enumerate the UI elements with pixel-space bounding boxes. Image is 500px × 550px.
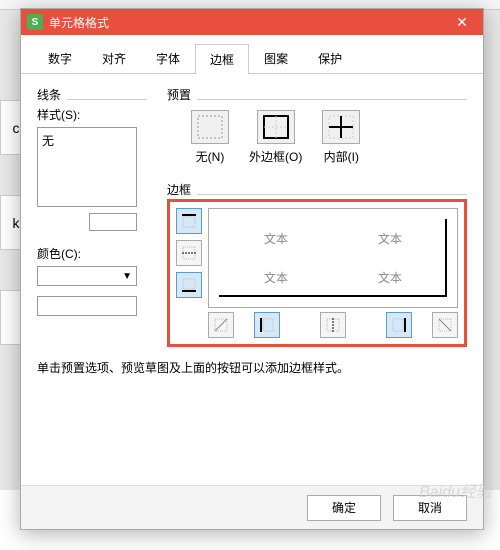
border-vmid-button[interactable] (320, 312, 346, 338)
tab-border[interactable]: 边框 (195, 44, 249, 74)
chevron-down-icon: ▼ (122, 271, 132, 282)
border-bottom-button[interactable] (176, 272, 202, 298)
preset-inner-button[interactable]: 内部(I) (322, 110, 360, 165)
border-fieldset: 边框 文本 文本 (167, 181, 467, 347)
hint-text: 单击预置选项、预览草图及上面的按钮可以添加边框样式。 (37, 359, 467, 376)
dialog-buttons: 确定 取消 (21, 485, 483, 529)
line-fieldset: 线条 样式(S): 无 颜色(C): ▼ (37, 86, 147, 316)
border-diag2-button[interactable] (432, 312, 458, 338)
preset-none-button[interactable]: 无(N) (191, 110, 229, 165)
style-input[interactable] (89, 213, 137, 231)
border-preview[interactable]: 文本 文本 文本 文本 (208, 208, 458, 308)
preset-outer-button[interactable]: 外边框(O) (249, 110, 302, 165)
ok-button[interactable]: 确定 (307, 495, 381, 521)
color-input[interactable] (37, 296, 137, 316)
preset-none-icon (191, 110, 229, 144)
style-label: 样式(S): (37, 106, 147, 123)
tab-font[interactable]: 字体 (141, 43, 195, 73)
border-hmid-button[interactable] (176, 240, 202, 266)
dialog-title: 单元格格式 (49, 14, 447, 31)
color-label: 颜色(C): (37, 245, 147, 262)
preview-cell: 文本 (219, 219, 333, 258)
tab-align[interactable]: 对齐 (87, 43, 141, 73)
color-select[interactable]: ▼ (37, 266, 137, 286)
cell-format-dialog: S 单元格格式 ✕ 数字 对齐 字体 边框 图案 保护 线条 样式(S): 无 … (20, 8, 484, 530)
preset-fieldset: 预置 无(N) 外边框(O) (167, 86, 467, 165)
tab-protect[interactable]: 保护 (303, 43, 357, 73)
border-right-button[interactable] (386, 312, 412, 338)
border-left-button[interactable] (254, 312, 280, 338)
border-diag1-button[interactable] (208, 312, 234, 338)
preview-cell: 文本 (333, 219, 447, 258)
style-listbox[interactable]: 无 (37, 127, 137, 207)
app-icon: S (27, 14, 43, 30)
tab-pattern[interactable]: 图案 (249, 43, 303, 73)
preview-cell: 文本 (219, 258, 333, 297)
titlebar: S 单元格格式 ✕ (21, 9, 483, 35)
cancel-button[interactable]: 取消 (393, 495, 467, 521)
preview-cell: 文本 (333, 258, 447, 297)
border-top-button[interactable] (176, 208, 202, 234)
preset-outer-icon (257, 110, 295, 144)
close-button[interactable]: ✕ (447, 14, 477, 31)
preset-inner-icon (322, 110, 360, 144)
tab-number[interactable]: 数字 (33, 43, 87, 73)
tabs: 数字 对齐 字体 边框 图案 保护 (21, 35, 483, 74)
